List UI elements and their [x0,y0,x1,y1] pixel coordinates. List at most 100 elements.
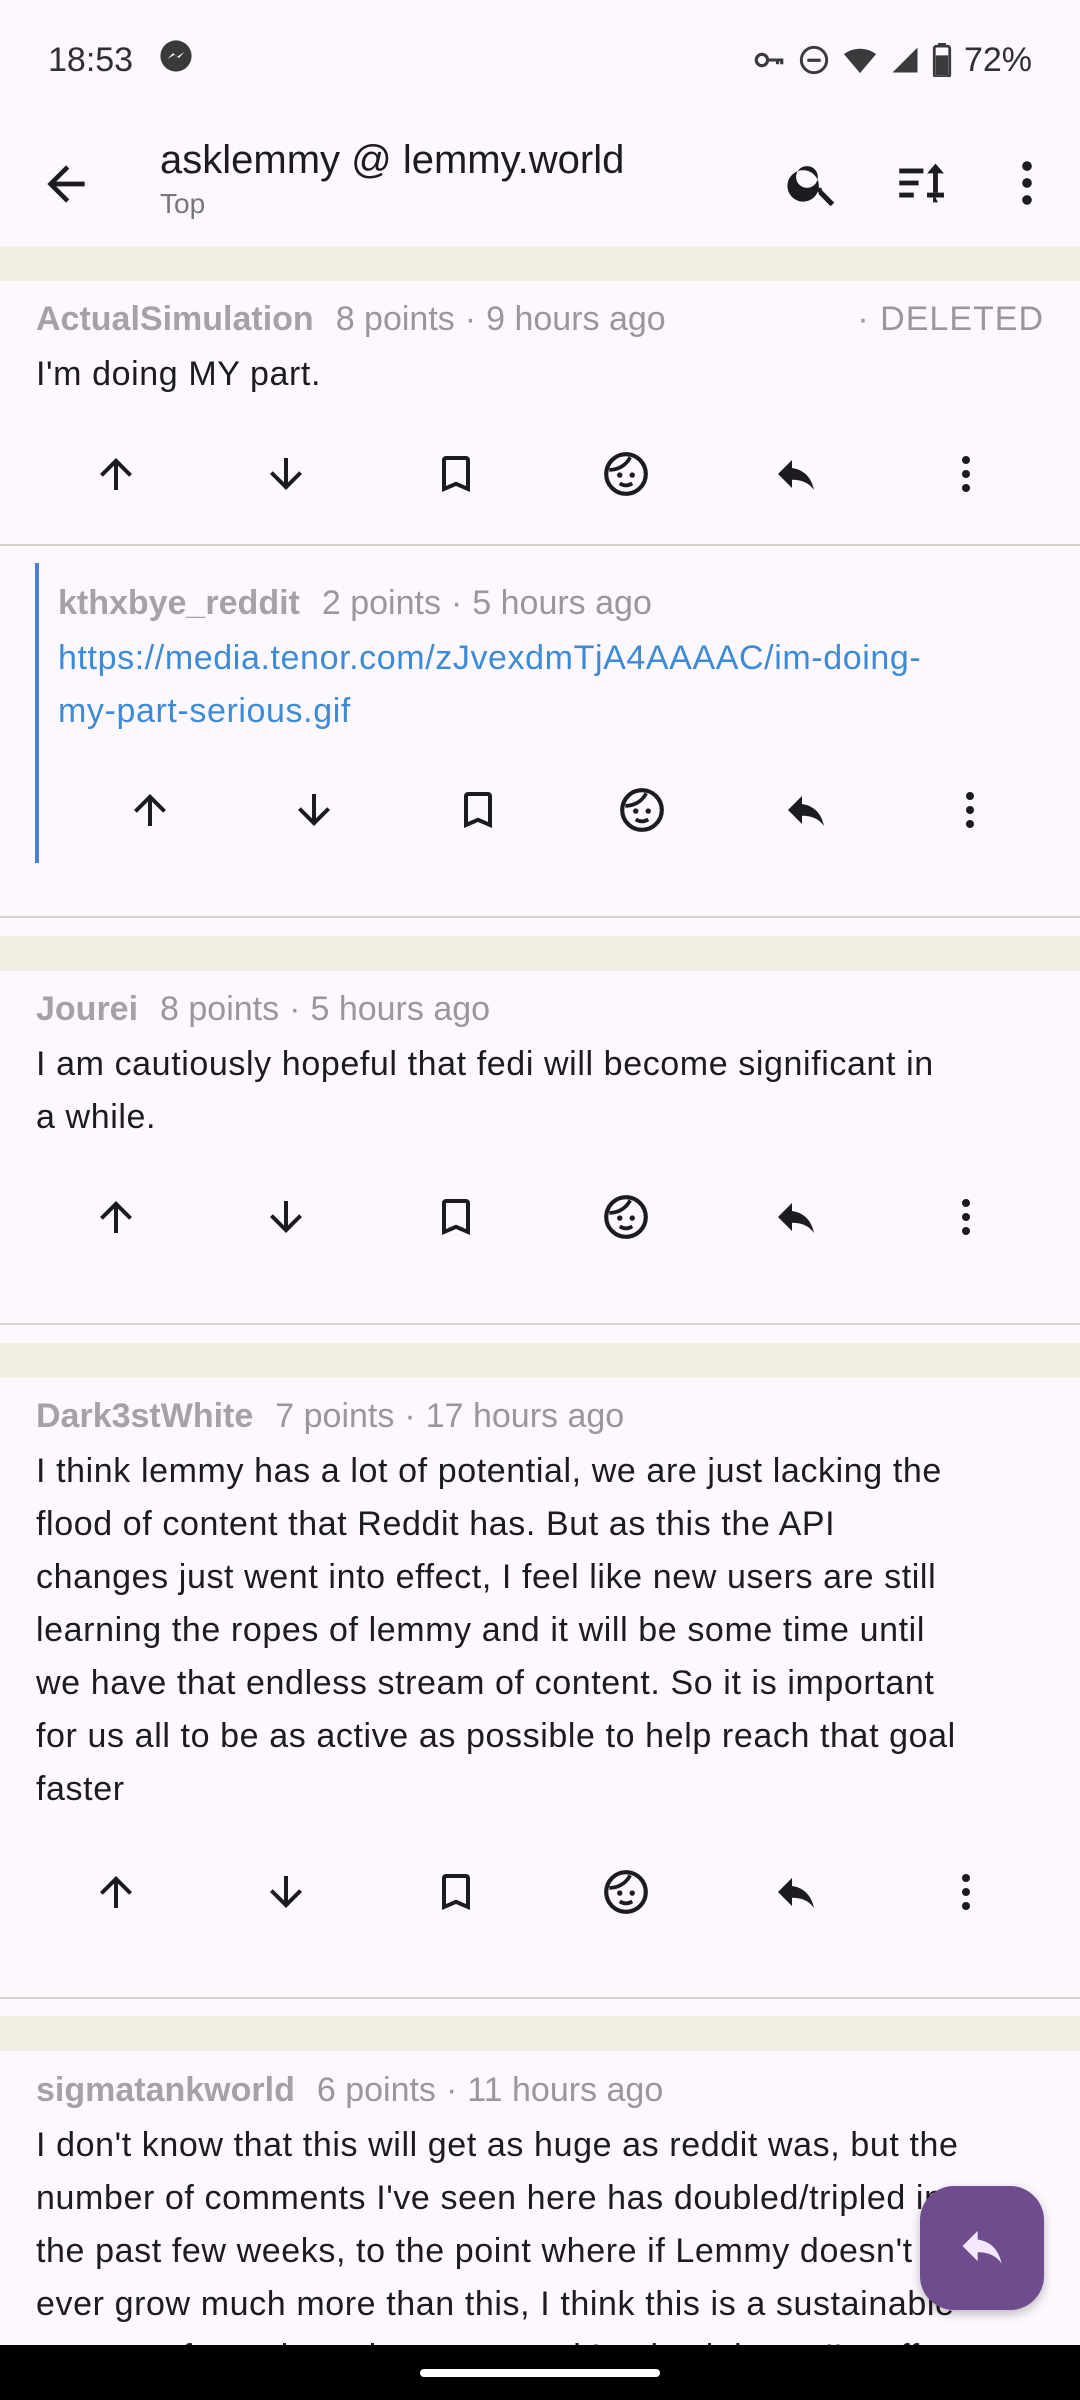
comment-points: 8 points [335,300,455,338]
section-divider [0,936,1080,971]
comment-body: I don't know that this will get as huge … [36,2119,959,2345]
do-not-disturb-icon [798,44,830,76]
home-gesture-handle[interactable] [420,2369,660,2377]
comment-meta: Dark3stWhite 7 points · 17 hours ago [36,1397,625,1435]
face-icon[interactable] [541,442,711,506]
section-divider [0,2016,1080,2051]
comment-time: 11 hours ago [467,2071,664,2109]
comment-body: I am cautiously hopeful that fedi will b… [36,1038,934,1144]
downvote-icon[interactable] [201,1860,371,1924]
upvote-icon[interactable] [31,442,201,506]
comment-author[interactable]: Dark3stWhite [36,1397,253,1435]
search-icon[interactable] [784,154,842,212]
divider [0,1323,1080,1325]
battery-percent: 72% [963,40,1032,79]
reply-thread-line [35,563,39,863]
bookmark-icon[interactable] [371,1185,541,1249]
comment-meta: Jourei 8 points · 5 hours ago [36,990,491,1028]
app-bar: asklemmy @ lemmy.world Top [0,120,1080,246]
comment-time: 17 hours ago [425,1397,625,1435]
comment-meta: ActualSimulation 8 points · 9 hours ago [36,300,666,338]
bookmark-icon[interactable] [396,778,560,842]
page-title: asklemmy @ lemmy.world [160,138,625,182]
reply-icon [956,2220,1008,2277]
comment-line: we have that endless stream of content. … [36,1664,935,1702]
comment-points: 6 points [316,2071,436,2109]
comment-actions [31,442,1051,506]
upvote-icon[interactable] [68,778,232,842]
back-arrow-icon[interactable] [38,156,94,212]
comment-time: 5 hours ago [472,584,652,622]
comment: sigmatankworld 6 points · 11 hours ago I do… [0,2071,1080,2345]
more-vert-icon[interactable] [888,778,1052,842]
reply-fab-button[interactable] [920,2186,1044,2310]
comment-points: 2 points [321,584,441,622]
comment-line: I am cautiously hopeful that fedi will b… [36,1045,934,1083]
deleted-flag: · DELETED [857,300,1044,338]
face-icon[interactable] [541,1185,711,1249]
downvote-icon[interactable] [232,778,396,842]
face-icon[interactable] [541,1860,711,1924]
bookmark-icon[interactable] [371,442,541,506]
reply-icon[interactable] [724,778,888,842]
comment-points: 8 points [160,990,280,1028]
comment-points: 7 points [275,1397,395,1435]
comment-actions [68,778,1052,842]
comment-author[interactable]: Jourei [36,990,138,1028]
comment-author[interactable]: sigmatankworld [36,2071,295,2109]
title-block: asklemmy @ lemmy.world Top [160,136,624,224]
divider [0,916,1080,918]
comment-body: I'm doing MY part. [36,348,321,401]
sort-subtitle: Top [160,188,206,219]
comment-actions [31,1185,1051,1249]
comment-line: flood of content that Reddit has. But as… [36,1505,836,1543]
divider [0,1997,1080,1999]
more-vert-icon[interactable] [998,154,1056,212]
battery-icon [932,43,952,77]
comment-line[interactable]: https://media.tenor.com/zJvexdmTjA4AAAAC… [58,632,921,685]
comment-line: the past few weeks, to the point where i… [36,2232,913,2270]
comment-author[interactable]: ActualSimulation [36,300,314,338]
face-icon[interactable] [560,778,724,842]
section-divider [0,246,1080,281]
wifi-icon [842,44,878,76]
upvote-icon[interactable] [31,1860,201,1924]
comment-time: 5 hours ago [310,990,491,1028]
downvote-icon[interactable] [201,442,371,506]
comment-line: amount of people and content, and I enjo… [36,2331,959,2345]
comment-line: ever grow much more than this, I think t… [36,2285,955,2323]
reply-icon[interactable] [711,1185,881,1249]
comment-line: faster [36,1770,125,1808]
sort-icon[interactable] [892,154,950,212]
comment-line: number of comments I've seen here has do… [36,2179,944,2217]
divider [0,544,1080,546]
status-bar: 18:53 72% [0,0,1080,120]
vpn-key-icon [752,43,786,77]
comment-meta: kthxbye_reddit 2 points · 5 hours ago [58,584,652,622]
downvote-icon[interactable] [201,1185,371,1249]
comment-line: I'm doing MY part. [36,355,322,393]
comment-link[interactable]: https://media.tenor.com/zJvexdmTjA4AAAAC… [58,632,921,738]
comment-author[interactable]: kthxbye_reddit [58,584,300,622]
comment-line: a while. [36,1098,157,1136]
more-vert-icon[interactable] [881,442,1051,506]
comment-meta: sigmatankworld 6 points · 11 hours ago [36,2071,664,2109]
comment-time: 9 hours ago [486,300,666,338]
comment-line: I don't know that this will get as huge … [36,2126,959,2164]
comment-line: learning the ropes of lemmy and it will … [36,1611,925,1649]
messenger-icon [159,39,193,82]
comment-actions [31,1860,1051,1924]
comment-line: for us all to be as active as possible t… [36,1717,956,1755]
comment-line: changes just went into effect, I feel li… [36,1558,937,1596]
comment-line[interactable]: my-part-serious.gif [58,685,921,738]
status-time: 18:53 [48,40,134,79]
more-vert-icon[interactable] [881,1860,1051,1924]
reply-icon[interactable] [711,1860,881,1924]
reply-icon[interactable] [711,442,881,506]
signal-icon [890,45,920,75]
section-divider [0,1343,1080,1378]
bookmark-icon[interactable] [371,1860,541,1924]
more-vert-icon[interactable] [881,1185,1051,1249]
comment-body: I think lemmy has a lot of potential, we… [36,1445,956,1816]
upvote-icon[interactable] [31,1185,201,1249]
